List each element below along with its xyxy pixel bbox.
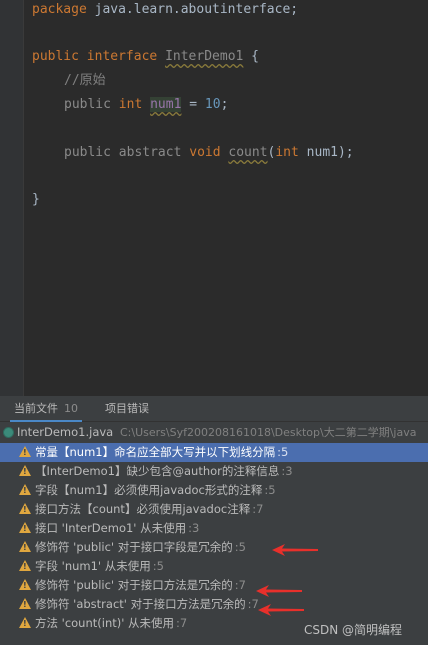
- issue-item[interactable]: 【InterDemo1】缺少包含@author的注释信息:3: [0, 462, 428, 481]
- warning-icon: [19, 503, 31, 514]
- issue-item[interactable]: 字段【num1】必须使用javadoc形式的注释:5: [0, 481, 428, 500]
- issue-item[interactable]: 字段 'num1' 从未使用:5: [0, 557, 428, 576]
- code-line-interface-decl: public interface InterDemo1 {: [32, 49, 260, 64]
- warning-icon: [19, 560, 31, 571]
- interface-name: InterDemo1: [165, 49, 244, 64]
- tab-current-count: 10: [64, 402, 78, 415]
- issue-item[interactable]: 修饰符 'abstract' 对于接口方法是冗余的:7: [0, 595, 428, 614]
- warning-icon: [19, 465, 31, 476]
- tab-current-file[interactable]: 当前文件 10: [10, 396, 82, 422]
- issue-item[interactable]: 修饰符 'public' 对于接口字段是冗余的:5: [0, 538, 428, 557]
- annotation-arrow-icon: [258, 604, 304, 616]
- issue-item[interactable]: 修饰符 'public' 对于接口方法是冗余的:7: [0, 576, 428, 595]
- editor-gutter: [0, 0, 24, 396]
- code-line-comment: //原始: [64, 73, 106, 88]
- code-editor[interactable]: package java.learn.aboutinterface; publi…: [0, 0, 428, 396]
- issue-item[interactable]: 接口 'InterDemo1' 从未使用:3: [0, 519, 428, 538]
- annotation-arrow-icon: [256, 585, 302, 597]
- code-line-method: public abstract void count(int num1);: [64, 145, 354, 160]
- file-node[interactable]: InterDemo1.java C:\Users\Syf200208161018…: [0, 423, 428, 442]
- issue-item[interactable]: 接口方法【count】必须使用javadoc注释:7: [0, 500, 428, 519]
- field-name: num1: [150, 97, 182, 112]
- code-line-close-brace: }: [32, 192, 40, 207]
- warning-icon: [19, 617, 31, 628]
- problems-panel: 当前文件 10 项目错误 InterDemo1.java C:\Users\Syf…: [0, 396, 428, 645]
- file-path: C:\Users\Syf200208161018\Desktop\大二第二学期\…: [120, 426, 417, 439]
- annotation-arrow-icon: [272, 544, 318, 556]
- method-name: count: [228, 145, 268, 160]
- warning-icon: [19, 541, 31, 552]
- warning-icon: [19, 522, 31, 533]
- code-line-field: public int num1 = 10;: [64, 97, 229, 112]
- panel-tabs: 当前文件 10 项目错误: [0, 396, 428, 422]
- issue-item[interactable]: 常量【num1】命名应全部大写并以下划线分隔:5: [0, 443, 428, 462]
- warning-icon: [19, 598, 31, 609]
- code-line-package: package java.learn.aboutinterface;: [32, 2, 299, 17]
- java-file-icon: [3, 427, 14, 438]
- watermark: CSDN @简明编程: [304, 623, 403, 637]
- file-name: InterDemo1.java: [17, 425, 114, 439]
- warning-icon: [19, 446, 31, 457]
- warning-icon: [19, 484, 31, 495]
- tab-project-errors[interactable]: 项目错误: [101, 396, 153, 422]
- warning-icon: [19, 579, 31, 590]
